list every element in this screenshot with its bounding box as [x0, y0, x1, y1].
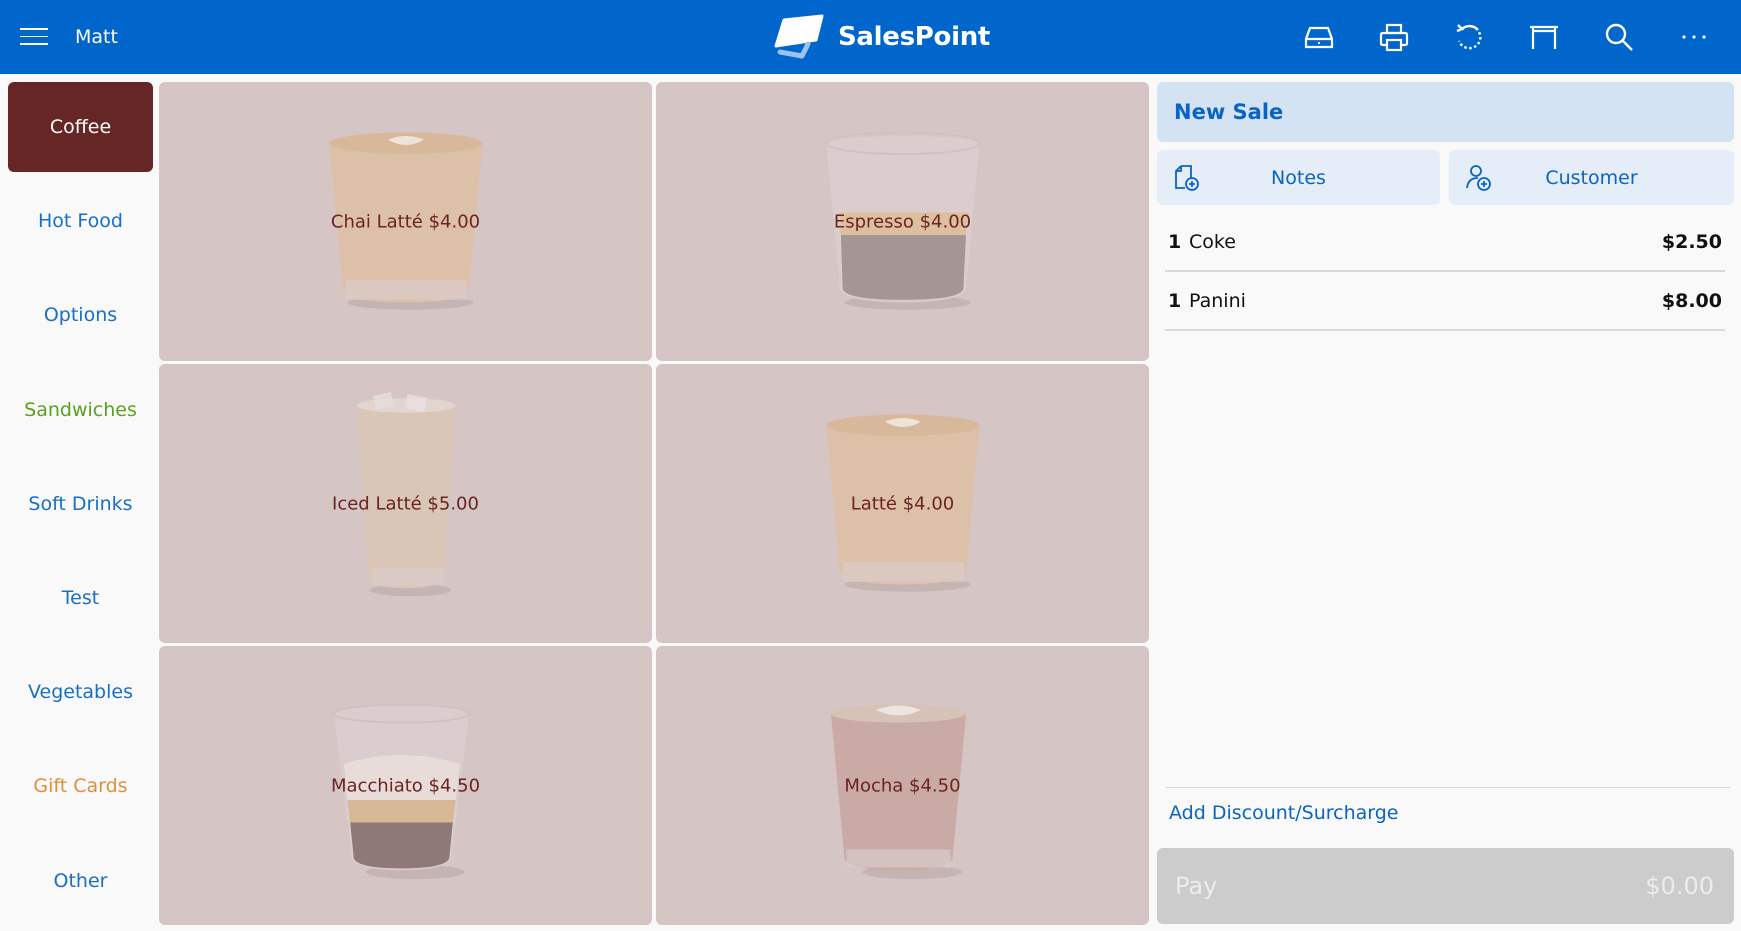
- category-soft-drinks[interactable]: Soft Drinks: [8, 459, 153, 549]
- cash-drawer-icon: [1304, 26, 1333, 49]
- category-options[interactable]: Options: [8, 270, 153, 360]
- category-coffee[interactable]: Coffee: [8, 82, 153, 172]
- tables-button[interactable]: [1506, 0, 1581, 74]
- item-qty: 1: [1168, 231, 1182, 253]
- sale-line-item[interactable]: 1 Coke $2.50: [1165, 214, 1725, 272]
- product-label: Mocha $4.50: [844, 775, 961, 796]
- search-button[interactable]: [1581, 0, 1656, 74]
- item-qty: 1: [1168, 290, 1182, 312]
- product-grid: Chai Latté $4.00 Espresso $4.00 Iced Lat…: [159, 82, 1150, 925]
- app-header: Matt SalesPoint: [0, 0, 1741, 74]
- product-label: Macchiato $4.50: [330, 775, 481, 796]
- new-sale-header[interactable]: New Sale: [1157, 82, 1734, 142]
- print-button[interactable]: [1356, 0, 1431, 74]
- notes-label: Notes: [1271, 166, 1326, 189]
- product-label: Chai Latté $4.00: [330, 211, 481, 232]
- product-tile[interactable]: Latté $4.00: [656, 364, 1149, 643]
- pay-total: $0.00: [1645, 872, 1714, 900]
- product-label: Latté $4.00: [850, 493, 955, 514]
- item-price: $8.00: [1661, 290, 1722, 312]
- item-name: Panini: [1189, 290, 1246, 312]
- product-tile[interactable]: Espresso $4.00: [656, 82, 1149, 361]
- customer-button[interactable]: Customer: [1449, 150, 1734, 205]
- more-button[interactable]: [1656, 0, 1731, 74]
- brand-name: SalesPoint: [838, 22, 991, 52]
- toolbar: [1281, 0, 1731, 74]
- search-icon: [1605, 23, 1633, 51]
- item-name: Coke: [1189, 231, 1236, 253]
- user-name: Matt: [75, 26, 118, 48]
- product-label: Iced Latté $5.00: [332, 493, 479, 514]
- product-tile[interactable]: Chai Latté $4.00: [159, 82, 652, 361]
- category-sandwiches[interactable]: Sandwiches: [8, 365, 153, 455]
- sale-line-item[interactable]: 1 Panini $8.00: [1165, 273, 1725, 331]
- refresh-button[interactable]: [1431, 0, 1506, 74]
- cash-drawer-button[interactable]: [1281, 0, 1356, 74]
- menu-icon[interactable]: [20, 28, 48, 46]
- customer-label: Customer: [1545, 166, 1638, 189]
- totals-divider: [1165, 787, 1731, 788]
- category-sidebar: Coffee Hot Food Options Sandwiches Soft Drin…: [0, 74, 155, 931]
- sale-panel: New Sale Notes Customer 1 Coke $2.50 1 Pa…: [1157, 82, 1734, 925]
- category-vegetables[interactable]: Vegetables: [8, 647, 153, 737]
- category-test[interactable]: Test: [8, 553, 153, 643]
- product-label: Espresso $4.00: [833, 211, 972, 232]
- refresh-icon: [1456, 24, 1481, 50]
- category-hot-food[interactable]: Hot Food: [8, 176, 153, 266]
- printer-icon: [1379, 23, 1408, 52]
- salespoint-logo-icon: [774, 14, 824, 59]
- pay-label: Pay: [1175, 872, 1218, 900]
- add-discount-link[interactable]: Add Discount/Surcharge: [1169, 802, 1399, 824]
- category-other[interactable]: Other: [8, 836, 153, 926]
- item-price: $2.50: [1661, 231, 1722, 253]
- notes-button[interactable]: Notes: [1157, 150, 1440, 205]
- table-icon: [1529, 25, 1558, 49]
- product-tile[interactable]: Iced Latté $5.00: [159, 364, 652, 643]
- category-gift-cards[interactable]: Gift Cards: [8, 741, 153, 831]
- more-icon: [1681, 35, 1706, 39]
- pay-button[interactable]: Pay $0.00: [1157, 848, 1734, 924]
- brand-logo: SalesPoint: [770, 14, 990, 60]
- product-tile[interactable]: Macchiato $4.50: [159, 646, 652, 925]
- product-tile[interactable]: Mocha $4.50: [656, 646, 1149, 925]
